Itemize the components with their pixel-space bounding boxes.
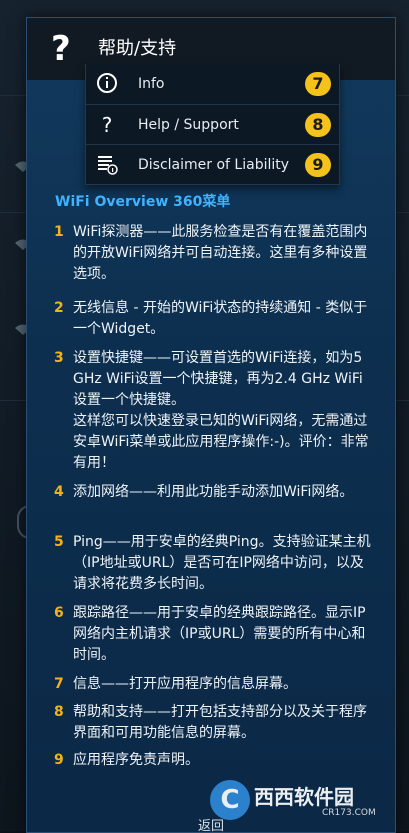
document-info-icon bbox=[96, 153, 118, 177]
number-badge: 8 bbox=[305, 113, 331, 137]
item-number: 1 bbox=[54, 224, 64, 240]
help-icon: ? bbox=[51, 29, 71, 69]
menu-item-help-support[interactable]: ? Help / Support 8 bbox=[86, 104, 339, 145]
section-title: WiFi Overview 360菜单 bbox=[55, 194, 231, 210]
watermark-logo: C 西西软件园 CR173.COM bbox=[210, 780, 390, 820]
item-number: 9 bbox=[54, 752, 64, 768]
item-number: 5 bbox=[54, 534, 64, 550]
watermark-sub: CR173.COM bbox=[322, 808, 376, 818]
menu-item-label: Help / Support bbox=[138, 117, 239, 133]
item-number: 6 bbox=[54, 605, 64, 621]
watermark-c-icon: C bbox=[210, 780, 250, 820]
item-text: 跟踪路径——用于安卓的经典跟踪路径。显示IP网络内主机请求（IP或URL）需要的… bbox=[73, 605, 366, 663]
menu-item-label: Info bbox=[138, 76, 165, 92]
item-number: 7 bbox=[54, 676, 64, 692]
menu-screenshot: Info 7 ? Help / Support 8 Disclaimer of … bbox=[85, 64, 340, 185]
dialog-title: 帮助/支持 bbox=[98, 38, 177, 59]
item-text: 信息——打开应用程序的信息屏幕。 bbox=[73, 676, 297, 692]
item-number: 2 bbox=[54, 300, 64, 316]
watermark-text: 西西软件园 bbox=[254, 785, 354, 809]
item-text: Ping——用于安卓的经典Ping。支持验证某主机（IP地址或URL）是否可在I… bbox=[73, 534, 371, 592]
item-text: 帮助和支持——打开包括支持部分以及关于程序界面和可用功能信息的屏幕。 bbox=[73, 704, 367, 741]
item-text: 无线信息 - 开始的WiFi状态的持续通知 - 类似于一个Widget。 bbox=[73, 300, 368, 337]
item-number: 3 bbox=[54, 350, 64, 366]
item-text: 添加网络——利用此功能手动添加WiFi网络。 bbox=[73, 484, 354, 500]
menu-item-info[interactable]: Info 7 bbox=[86, 64, 339, 104]
item-text: 应用程序免责声明。 bbox=[73, 752, 199, 768]
item-number: 4 bbox=[54, 484, 64, 500]
item-number: 8 bbox=[54, 704, 64, 720]
number-badge: 9 bbox=[305, 153, 331, 177]
info-icon bbox=[96, 72, 118, 96]
menu-item-disclaimer[interactable]: Disclaimer of Liability 9 bbox=[86, 144, 339, 185]
menu-item-label: Disclaimer of Liability bbox=[138, 157, 290, 173]
item-text: WiFi探测器——此服务检查是否有在覆盖范围内的开放WiFi网络并可自动连接。这… bbox=[73, 224, 368, 282]
help-support-dialog: ? 帮助/支持 Info 7 ? Help / Support 8 Discla… bbox=[26, 17, 396, 833]
question-icon: ? bbox=[101, 113, 113, 137]
item-text: 设置快捷键——可设置首选的WiFi连接，如为5 GHz WiFi设置一个快捷键，… bbox=[73, 350, 369, 471]
number-badge: 7 bbox=[305, 72, 331, 96]
